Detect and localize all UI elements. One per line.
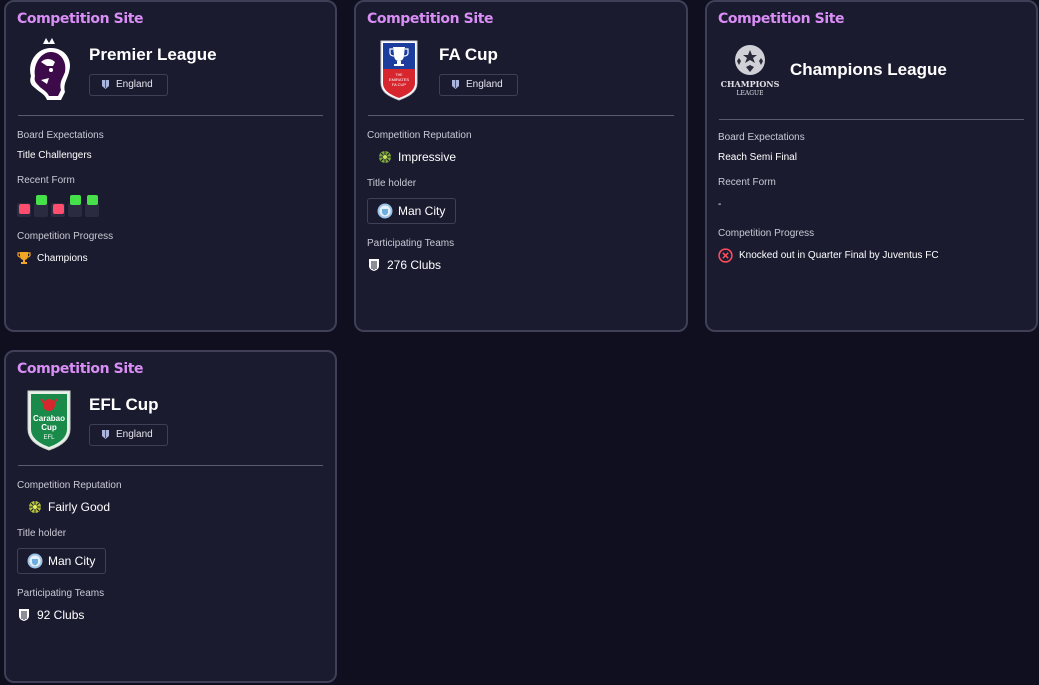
man-city-badge-icon bbox=[377, 203, 393, 219]
form-result-win bbox=[34, 195, 48, 217]
country-chip[interactable]: England bbox=[89, 423, 168, 446]
competition-header: THE EMIRATES FA CUP FA Cup England bbox=[367, 38, 675, 102]
divider bbox=[18, 465, 323, 466]
fa-cup-logo: THE EMIRATES FA CUP bbox=[367, 38, 431, 102]
title-holder-chip[interactable]: Man City bbox=[367, 198, 457, 224]
man-city-badge-icon bbox=[27, 553, 43, 569]
country-chip[interactable]: England bbox=[89, 73, 168, 96]
board-expectations-value: Title Challengers bbox=[17, 150, 92, 161]
efl-cup-logo: Carabao Cup EFL bbox=[17, 388, 81, 452]
reputation-dial-icon bbox=[379, 151, 391, 163]
recent-form-value: - bbox=[718, 199, 722, 210]
shield-icon bbox=[19, 609, 29, 621]
recent-form-label: Recent Form bbox=[718, 177, 776, 188]
fa-cup-logo-text-3: FA CUP bbox=[392, 82, 407, 87]
competition-name: Champions League bbox=[790, 60, 947, 79]
competition-name: Premier League bbox=[89, 44, 217, 64]
title-holder-name: Man City bbox=[398, 204, 446, 218]
x-circle-icon bbox=[718, 248, 733, 263]
title-holder-chip[interactable]: Man City bbox=[17, 548, 107, 574]
shield-icon bbox=[369, 259, 379, 271]
form-result-loss bbox=[51, 195, 65, 217]
competition-progress-label: Competition Progress bbox=[718, 228, 815, 239]
competition-site-link[interactable]: Competition Site bbox=[718, 10, 1025, 28]
progress-text: Knocked out in Quarter Final by Juventus… bbox=[739, 250, 939, 261]
trophy-icon bbox=[17, 252, 31, 264]
competition-card-premier-league[interactable]: Competition Site Premier League England … bbox=[4, 0, 337, 332]
competition-reputation-value: Fairly Good bbox=[28, 500, 324, 514]
efl-logo-text-3: EFL bbox=[43, 435, 55, 441]
board-expectations-label: Board Expectations bbox=[718, 132, 805, 143]
participating-teams-value: 92 Clubs bbox=[17, 608, 324, 622]
efl-logo-text-2: Cup bbox=[41, 423, 57, 432]
participating-teams-label: Participating Teams bbox=[17, 588, 105, 599]
board-expectations-label: Board Expectations bbox=[17, 130, 104, 141]
england-flag-icon bbox=[102, 80, 109, 89]
competition-header: Carabao Cup EFL EFL Cup England bbox=[17, 388, 324, 452]
competition-reputation-label: Competition Reputation bbox=[17, 480, 122, 491]
champions-league-logo: CHAMPIONS LEAGUE bbox=[718, 38, 782, 102]
recent-form bbox=[17, 195, 324, 217]
participating-teams-value: 276 Clubs bbox=[367, 258, 675, 272]
competition-name: FA Cup bbox=[439, 44, 498, 64]
competition-progress-value: Champions bbox=[17, 251, 324, 265]
teams-count: 92 Clubs bbox=[37, 608, 85, 622]
champions-logo-text-2: LEAGUE bbox=[737, 90, 764, 97]
divider bbox=[719, 119, 1024, 120]
competition-progress-label: Competition Progress bbox=[17, 231, 114, 242]
country-chip[interactable]: England bbox=[439, 73, 518, 96]
progress-text: Champions bbox=[37, 252, 88, 264]
title-holder-name: Man City bbox=[48, 554, 96, 568]
reputation-text: Fairly Good bbox=[48, 500, 111, 514]
country-label: England bbox=[116, 79, 153, 90]
england-flag-icon bbox=[452, 80, 459, 89]
country-label: England bbox=[466, 79, 503, 90]
competition-card-fa-cup[interactable]: Competition Site THE EMIRATES FA CUP FA … bbox=[354, 0, 688, 332]
title-holder-label: Title holder bbox=[367, 178, 417, 189]
board-expectations-value: Reach Semi Final bbox=[718, 152, 797, 163]
reputation-text: Impressive bbox=[398, 150, 457, 164]
competition-reputation-value: Impressive bbox=[378, 150, 675, 164]
competition-header: CHAMPIONS LEAGUE Champions League bbox=[718, 38, 1025, 102]
teams-count: 276 Clubs bbox=[387, 258, 442, 272]
competition-reputation-label: Competition Reputation bbox=[367, 130, 472, 141]
title-holder-label: Title holder bbox=[17, 528, 67, 539]
premier-league-logo bbox=[17, 38, 81, 102]
competition-site-link[interactable]: Competition Site bbox=[17, 360, 324, 378]
participating-teams-label: Participating Teams bbox=[367, 238, 455, 249]
competition-site-link[interactable]: Competition Site bbox=[367, 10, 675, 28]
competition-header: Premier League England bbox=[17, 38, 324, 102]
competition-site-link[interactable]: Competition Site bbox=[17, 10, 324, 28]
competition-card-champions-league[interactable]: Competition Site CHAMPIONS LEAGUE Champi… bbox=[705, 0, 1038, 332]
efl-logo-text-1: Carabao bbox=[33, 414, 65, 423]
competition-progress-value: Knocked out in Quarter Final by Juventus… bbox=[718, 248, 1025, 263]
recent-form-label: Recent Form bbox=[17, 175, 75, 186]
form-result-loss bbox=[17, 195, 31, 217]
champions-logo-text-1: CHAMPIONS bbox=[721, 79, 780, 89]
divider bbox=[18, 115, 323, 116]
competition-name: EFL Cup bbox=[89, 394, 159, 414]
divider bbox=[368, 115, 674, 116]
form-result-win bbox=[68, 195, 82, 217]
reputation-dial-icon bbox=[29, 501, 41, 513]
country-label: England bbox=[116, 429, 153, 440]
form-result-win bbox=[85, 195, 99, 217]
england-flag-icon bbox=[102, 430, 109, 439]
competition-card-efl-cup[interactable]: Competition Site Carabao Cup EFL EFL Cup… bbox=[4, 350, 337, 683]
